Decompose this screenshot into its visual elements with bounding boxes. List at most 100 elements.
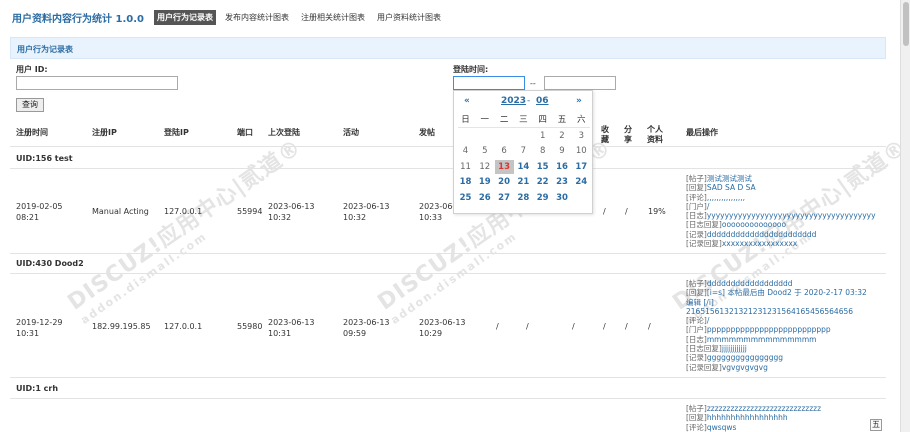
op-link[interactable]: / [707,202,710,211]
calendar-day[interactable]: 11 [456,160,475,174]
last-login-clock: 10:32 [268,213,292,222]
calendar-day[interactable]: 12 [475,160,494,174]
reg-time: 2019-12-29 10:31 [16,317,63,339]
calendar-day[interactable]: 27 [495,191,514,205]
date-picker-header: « 2023 - 06 » [454,96,594,108]
activity-clock: 10:32 [343,213,367,222]
op-line: 21651561321321231231564165456564656 [686,307,867,316]
calendar-day[interactable]: 8 [533,144,552,158]
calendar-day[interactable]: 22 [533,175,552,189]
op-link[interactable]: [i=s] 本帖最后由 Dood2 于 2020-2-17 03:32 [707,288,867,297]
divider [10,168,886,169]
col-activity: 活动 [343,128,359,137]
reg-ip: Manual Acting [92,207,149,216]
last-login-clock: 10:31 [268,329,292,338]
calendar-day[interactable]: 28 [514,191,533,205]
calendar-day[interactable]: 17 [572,160,591,174]
calendar-day[interactable]: 24 [572,175,591,189]
op-link[interactable]: dddddddddddddddddd [707,279,793,288]
calendar-day[interactable]: 9 [553,144,572,158]
op-line: [回复]SAD SA D SA [686,183,756,193]
op-link[interactable]: jjjjjjjjjjjj [722,344,747,353]
calendar-day[interactable]: 6 [495,144,514,158]
op-link[interactable]: ,,,,,,,,,,,,,,,, [707,193,745,202]
calendar-day[interactable]: 21 [514,175,533,189]
op-link[interactable]: gggggggggggggggg [707,353,783,362]
weekday-label: 一 [480,115,490,125]
calendar-day[interactable]: 19 [475,175,494,189]
calendar-day[interactable]: 3 [572,129,591,143]
op-link[interactable]: oooooooooooooo [722,220,786,229]
op-line: [门户]pppppppppppppppppppppppppp [686,325,831,335]
reg-clock: 10:31 [16,329,40,338]
calendar-day[interactable]: 18 [456,175,475,189]
tab-user-behavior[interactable]: 用户行为记录表 [153,9,216,25]
scrollbar-thumb[interactable] [903,2,909,46]
tab-profile-stats[interactable]: 用户资料统计图表 [374,10,444,25]
calendar-day[interactable]: 15 [533,160,552,174]
op-line: [日志回复]oooooooooooooo [686,220,787,230]
reg-date: 2019-12-29 [16,318,63,327]
watermark: DISCUZ!应用中心|贰道® addon.dismall.com [60,130,315,327]
calendar-day[interactable]: 23 [553,175,572,189]
calendar-day[interactable]: 10 [572,144,591,158]
op-line: [记录]gggggggggggggggg [686,353,784,363]
col-profile: 个人资料 [647,125,663,144]
op-link[interactable]: qwsqws [707,423,737,432]
op-link[interactable]: / [707,316,710,325]
col-last-login: 上次登陆 [268,128,300,137]
date-from-input[interactable] [453,76,525,90]
op-link[interactable]: 21651561321321231231564165456564656 [686,307,853,316]
query-button[interactable]: 查询 [16,98,44,112]
weekday-label: 四 [538,115,547,125]
op-link[interactable]: pppppppppppppppppppppppppp [707,325,831,334]
op-line: [日志]mmmmmmmmmmmmmmm [686,334,817,344]
vertical-scrollbar[interactable] [900,0,910,432]
calendar-day[interactable]: 5 [475,144,494,158]
op-link[interactable]: ddddddddddddddddddddddd [707,230,817,239]
calendar-day[interactable]: 16 [553,160,572,174]
op-link[interactable]: 编辑 [/i] [686,298,714,307]
op-link[interactable]: zzzzzzzzzzzzzzzzzzzzzzzzzzzzz [707,404,821,413]
op-link[interactable]: yyyyyyyyyyyyyyyyyyyyyyyyyyyyyyyyyyyyyy [707,211,876,220]
calendar-day[interactable]: 1 [533,129,552,143]
calendar-day[interactable]: 29 [533,191,552,205]
calendar-day[interactable]: 20 [495,175,514,189]
ime-indicator[interactable]: 五 [870,419,882,431]
op-link[interactable]: vgvgvgvgvg [722,363,768,372]
tab-register-stats[interactable]: 注册相关统计图表 [298,10,368,25]
op-link[interactable]: mmmmmmmmmmmmmmm [707,335,817,344]
op-line: [记录回复]vgvgvgvgvg [686,362,768,372]
calendar-day[interactable]: 4 [456,144,475,158]
user-id-input[interactable] [16,76,178,90]
month-selector[interactable]: 06 [536,96,549,106]
uid-row-430: UID:430 Dood2 [16,259,84,268]
activity-date: 2023-06-13 [343,318,390,327]
weekday-label: 二 [499,115,509,125]
tab-post-stats[interactable]: 发布内容统计图表 [222,10,292,25]
prev-month-button[interactable]: « [464,96,470,106]
login-ip: 127.0.0.1 [164,207,203,216]
year-selector[interactable]: 2023 [501,96,526,106]
year-month-dash: - [527,96,531,106]
next-month-button[interactable]: » [576,96,582,106]
activity: 2023-06-13 09:59 [343,317,390,339]
calendar-day[interactable]: 14 [514,160,533,174]
col-port: 端口 [237,128,253,137]
calendar-day[interactable]: 25 [456,191,475,205]
op-link[interactable]: xxxxxxxxxxxxxxxxx [722,239,797,248]
calendar-day[interactable]: 13 [494,159,514,174]
calendar-day[interactable]: 30 [553,191,572,205]
col-favorite: 收藏 [601,125,609,144]
op-link[interactable]: 测试测试测试 [707,174,752,183]
calendar-day[interactable]: 2 [553,129,572,143]
op-link[interactable]: hhhhhhhhhhhhhhhhh [707,413,788,422]
op-link[interactable]: SAD SA D SA [707,183,756,192]
calendar-day[interactable]: 7 [514,144,533,158]
date-picker: « 2023 - 06 » 日一二三四五六 1 2 3 4 5 6 7 8 9 10 11 12 13 14… [453,90,593,214]
last-actions: [帖子]dddddddddddddddddd [回复][i=s] 本帖最后由 D… [686,279,867,372]
date-to-input[interactable] [544,76,616,90]
range-separator: -- [530,79,536,88]
col8-value: / [526,322,529,331]
calendar-day[interactable]: 26 [475,191,494,205]
